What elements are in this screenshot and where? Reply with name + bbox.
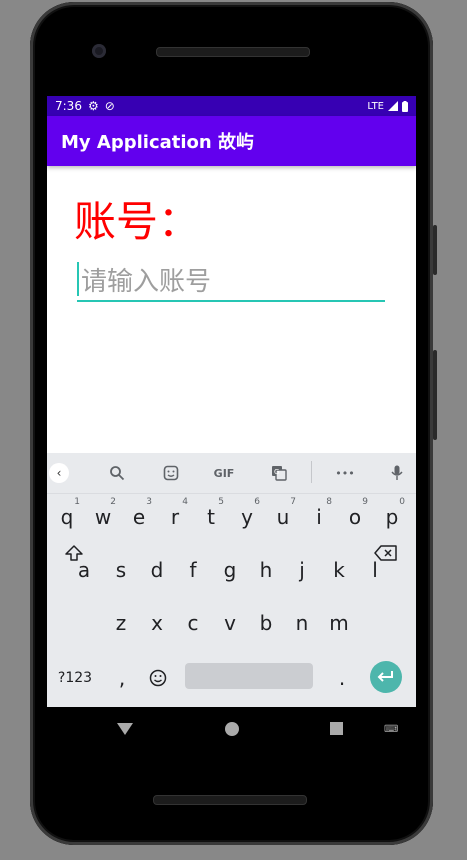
key-label: o xyxy=(348,505,362,529)
key-label: w xyxy=(94,505,112,529)
sticker-icon[interactable] xyxy=(161,463,181,483)
soft-keyboard: ‹ GIF G ••• q1w2e3r4t5y6u7i8o9p0 asdfghj… xyxy=(47,453,416,707)
power-button xyxy=(433,350,437,440)
key-b[interactable]: b xyxy=(251,601,281,645)
key-label: i xyxy=(316,505,322,529)
home-icon[interactable] xyxy=(225,722,239,736)
shift-key[interactable] xyxy=(59,531,89,575)
key-w[interactable]: w2 xyxy=(88,495,118,539)
account-label: 账号： xyxy=(74,197,201,246)
top-speaker xyxy=(156,47,310,57)
account-placeholder: 请输入账号 xyxy=(81,266,212,297)
key-z[interactable]: z xyxy=(106,601,136,645)
key-h[interactable]: h xyxy=(251,548,281,592)
key-label: t xyxy=(207,505,215,529)
comma-key[interactable]: , xyxy=(107,656,137,700)
backspace-key[interactable] xyxy=(370,531,402,575)
key-j[interactable]: j xyxy=(287,548,317,592)
keyboard-switch-icon[interactable]: ⌨ xyxy=(384,724,398,735)
emoji-key[interactable] xyxy=(143,656,173,700)
space-bar[interactable] xyxy=(185,663,313,689)
status-bar: 7:36 ⚙ ⊘ LTE xyxy=(47,96,416,116)
key-label: e xyxy=(132,505,146,529)
key-o[interactable]: o9 xyxy=(340,495,370,539)
key-e[interactable]: e3 xyxy=(124,495,154,539)
key-i[interactable]: i8 xyxy=(304,495,334,539)
do-not-disturb-icon: ⊘ xyxy=(104,99,115,113)
account-input[interactable]: 请输入账号 xyxy=(77,258,385,302)
key-m[interactable]: m xyxy=(324,601,354,645)
app-bar: My Application 故屿 xyxy=(47,116,416,166)
key-f[interactable]: f xyxy=(178,548,208,592)
key-hint: 4 xyxy=(182,497,188,507)
key-label: p xyxy=(385,505,399,529)
key-d[interactable]: d xyxy=(142,548,172,592)
key-g[interactable]: g xyxy=(215,548,245,592)
key-label: r xyxy=(170,505,180,529)
key-label: u xyxy=(276,505,290,529)
search-icon[interactable] xyxy=(107,463,127,483)
keyboard-toolbar: ‹ GIF G ••• xyxy=(47,453,416,494)
microphone-icon[interactable] xyxy=(389,463,405,483)
settings-icon: ⚙ xyxy=(87,99,99,113)
key-hint: 1 xyxy=(74,497,80,507)
enter-key[interactable] xyxy=(370,661,402,693)
key-hint: 0 xyxy=(399,497,405,507)
app-title: My Application 故屿 xyxy=(61,132,254,153)
content-area: 账号： 请输入账号 xyxy=(47,166,416,453)
svg-text:G: G xyxy=(274,468,279,476)
toolbar-divider xyxy=(311,461,312,483)
key-label: y xyxy=(241,505,253,529)
key-v[interactable]: v xyxy=(215,601,245,645)
key-hint: 7 xyxy=(290,497,296,507)
front-camera xyxy=(92,44,106,58)
key-n[interactable]: n xyxy=(287,601,317,645)
key-hint: 6 xyxy=(254,497,260,507)
translate-icon[interactable]: G xyxy=(269,463,289,483)
chevron-left-icon[interactable]: ‹ xyxy=(49,463,69,483)
network-type: LTE xyxy=(367,100,384,112)
key-y[interactable]: y6 xyxy=(232,495,262,539)
signal-icon xyxy=(388,101,398,111)
battery-icon xyxy=(402,100,408,112)
text-caret xyxy=(77,262,79,296)
key-s[interactable]: s xyxy=(106,548,136,592)
bottom-speaker xyxy=(153,795,307,805)
status-time: 7:36 xyxy=(55,99,82,113)
back-icon[interactable] xyxy=(117,723,133,735)
key-t[interactable]: t5 xyxy=(196,495,226,539)
key-x[interactable]: x xyxy=(142,601,172,645)
symbols-key[interactable]: ?123 xyxy=(55,656,95,700)
key-r[interactable]: r4 xyxy=(160,495,190,539)
period-key[interactable]: . xyxy=(327,656,357,700)
key-hint: 3 xyxy=(146,497,152,507)
gif-button[interactable]: GIF xyxy=(211,463,237,483)
key-c[interactable]: c xyxy=(178,601,208,645)
recent-apps-icon[interactable] xyxy=(330,722,343,735)
screen: 7:36 ⚙ ⊘ LTE My Application 故屿 账号： 请输入账号… xyxy=(47,96,416,707)
navigation-bar: ⌨ xyxy=(47,707,416,751)
key-k[interactable]: k xyxy=(324,548,354,592)
key-hint: 9 xyxy=(362,497,368,507)
key-hint: 8 xyxy=(326,497,332,507)
more-options-icon[interactable]: ••• xyxy=(333,463,357,483)
volume-button xyxy=(433,225,437,275)
key-label: q xyxy=(60,505,74,529)
key-hint: 5 xyxy=(218,497,224,507)
key-u[interactable]: u7 xyxy=(268,495,298,539)
key-hint: 2 xyxy=(110,497,116,507)
